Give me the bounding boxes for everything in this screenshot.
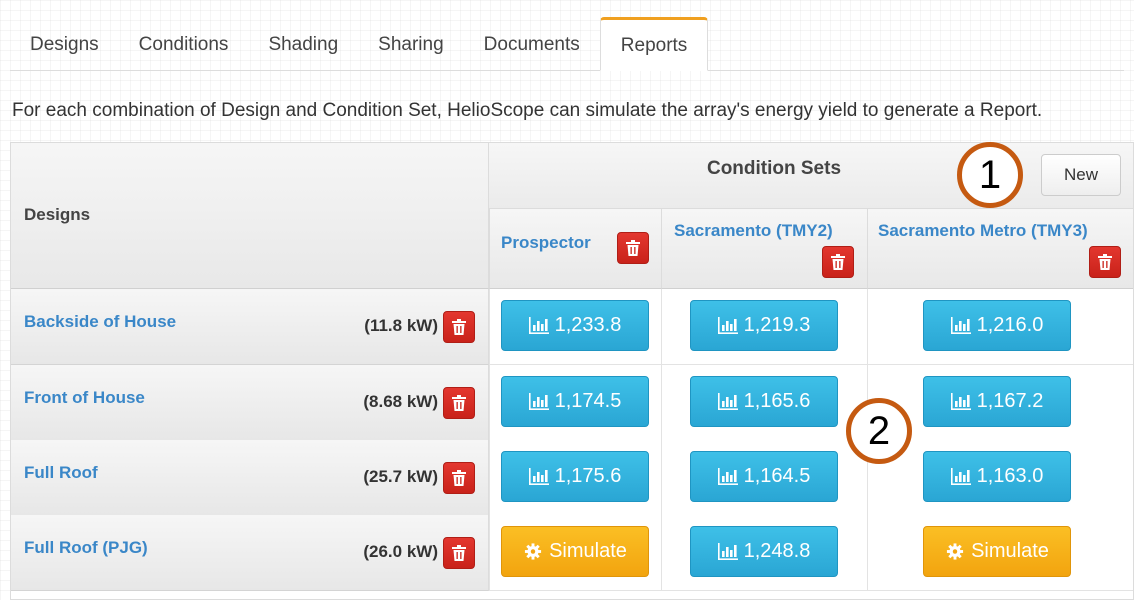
report-cell: Simulate xyxy=(489,515,661,591)
tab-conditions[interactable]: Conditions xyxy=(119,17,249,70)
delete-design-button[interactable] xyxy=(443,387,475,419)
design-capacity: (11.8 kW) xyxy=(364,316,438,335)
tab-reports[interactable]: Reports xyxy=(599,17,709,71)
report-value: 1,233.8 xyxy=(554,314,622,336)
trash-icon xyxy=(831,254,845,270)
report-value: 1,248.8 xyxy=(743,540,811,562)
bar-chart-icon xyxy=(717,317,738,334)
bar-chart-icon xyxy=(950,317,971,334)
report-button[interactable]: 1,167.2 xyxy=(923,376,1071,427)
report-cell: 1,216.0 xyxy=(867,289,1133,365)
design-row: Full Roof (PJG) (26.0 kW) xyxy=(11,515,489,591)
trash-icon xyxy=(452,319,466,335)
gear-icon xyxy=(525,543,542,560)
trash-icon xyxy=(626,240,640,256)
annotation-badge-1: 1 xyxy=(957,142,1023,208)
report-button[interactable]: 1,248.8 xyxy=(690,526,838,577)
simulate-button[interactable]: Simulate xyxy=(923,526,1071,577)
designs-header-label: Designs xyxy=(24,205,91,224)
bar-chart-icon xyxy=(717,468,738,485)
report-value: 1,175.6 xyxy=(554,465,622,487)
report-button[interactable]: 1,163.0 xyxy=(923,451,1071,502)
delete-condition-set-button[interactable] xyxy=(822,246,854,278)
report-button[interactable]: 1,175.6 xyxy=(501,451,649,502)
report-cell: 1,175.6 xyxy=(489,440,661,516)
report-cell: Simulate xyxy=(867,515,1133,591)
report-cell: 1,165.6 xyxy=(661,365,867,441)
simulate-label: Simulate xyxy=(971,540,1049,562)
bar-chart-icon xyxy=(950,468,971,485)
report-value: 1,167.2 xyxy=(976,390,1044,412)
condition-sets-header: Condition Sets New xyxy=(489,143,1133,209)
simulate-label: Simulate xyxy=(549,540,627,562)
report-value: 1,219.3 xyxy=(743,314,811,336)
tab-bar: Designs Conditions Shading Sharing Docum… xyxy=(10,17,1124,71)
delete-design-button[interactable] xyxy=(443,311,475,343)
design-capacity: (25.7 kW) xyxy=(363,467,438,486)
condition-set-link-sacramento-metro-tmy3[interactable]: Sacramento Metro (TMY3) xyxy=(878,221,1088,241)
delete-condition-set-button[interactable] xyxy=(1089,246,1121,278)
report-button[interactable]: 1,219.3 xyxy=(690,300,838,351)
bar-chart-icon xyxy=(717,393,738,410)
design-link[interactable]: Front of House xyxy=(24,388,145,408)
tab-documents[interactable]: Documents xyxy=(464,17,600,70)
report-cell: 1,219.3 xyxy=(661,289,867,365)
report-cell: 1,248.8 xyxy=(661,515,867,591)
report-cell: 1,164.5 xyxy=(661,440,867,516)
report-value: 1,174.5 xyxy=(554,390,622,412)
report-cell: 1,233.8 xyxy=(489,289,661,365)
design-row: Backside of House (11.8 kW) xyxy=(11,289,489,365)
gear-icon xyxy=(947,543,964,560)
report-button[interactable]: 1,174.5 xyxy=(501,376,649,427)
trash-icon xyxy=(452,545,466,561)
report-value: 1,163.0 xyxy=(976,465,1044,487)
design-link[interactable]: Full Roof xyxy=(24,463,98,483)
condition-set-header-prospector: Prospector xyxy=(489,209,661,289)
report-value: 1,164.5 xyxy=(743,465,811,487)
report-cell: 1,163.0 xyxy=(867,440,1133,516)
condition-set-link-prospector[interactable]: Prospector xyxy=(501,233,591,253)
report-value: 1,165.6 xyxy=(743,390,811,412)
delete-design-button[interactable] xyxy=(443,462,475,494)
report-value: 1,216.0 xyxy=(976,314,1044,336)
design-row: Front of House (8.68 kW) xyxy=(11,365,489,441)
report-button[interactable]: 1,165.6 xyxy=(690,376,838,427)
trash-icon xyxy=(452,395,466,411)
report-button[interactable]: 1,233.8 xyxy=(501,300,649,351)
annotation-badge-2: 2 xyxy=(846,398,912,464)
condition-set-header-sacramento-metro-tmy3: Sacramento Metro (TMY3) xyxy=(867,209,1133,289)
designs-header: Designs xyxy=(11,143,489,289)
tab-shading[interactable]: Shading xyxy=(248,17,358,70)
bar-chart-icon xyxy=(528,468,549,485)
design-row: Full Roof (25.7 kW) xyxy=(11,440,489,516)
tab-designs[interactable]: Designs xyxy=(10,17,119,70)
bar-chart-icon xyxy=(950,393,971,410)
reports-table: Designs Condition Sets New Prospector Sa… xyxy=(10,142,1134,600)
design-link[interactable]: Full Roof (PJG) xyxy=(24,538,148,558)
trash-icon xyxy=(1098,254,1112,270)
report-button[interactable]: 1,216.0 xyxy=(923,300,1071,351)
bar-chart-icon xyxy=(528,393,549,410)
report-button[interactable]: 1,164.5 xyxy=(690,451,838,502)
condition-set-link-sacramento-tmy2[interactable]: Sacramento (TMY2) xyxy=(674,221,833,241)
new-condition-set-button[interactable]: New xyxy=(1041,154,1121,196)
trash-icon xyxy=(452,470,466,486)
intro-text: For each combination of Design and Condi… xyxy=(12,100,1043,121)
condition-set-header-sacramento-tmy2: Sacramento (TMY2) xyxy=(661,209,867,289)
delete-condition-set-button[interactable] xyxy=(617,232,649,264)
design-link[interactable]: Backside of House xyxy=(24,312,176,332)
bar-chart-icon xyxy=(717,543,738,560)
tab-sharing[interactable]: Sharing xyxy=(358,17,464,70)
design-capacity: (26.0 kW) xyxy=(363,542,438,561)
delete-design-button[interactable] xyxy=(443,537,475,569)
simulate-button[interactable]: Simulate xyxy=(501,526,649,577)
bar-chart-icon xyxy=(528,317,549,334)
design-capacity: (8.68 kW) xyxy=(363,392,438,411)
report-cell: 1,174.5 xyxy=(489,365,661,441)
